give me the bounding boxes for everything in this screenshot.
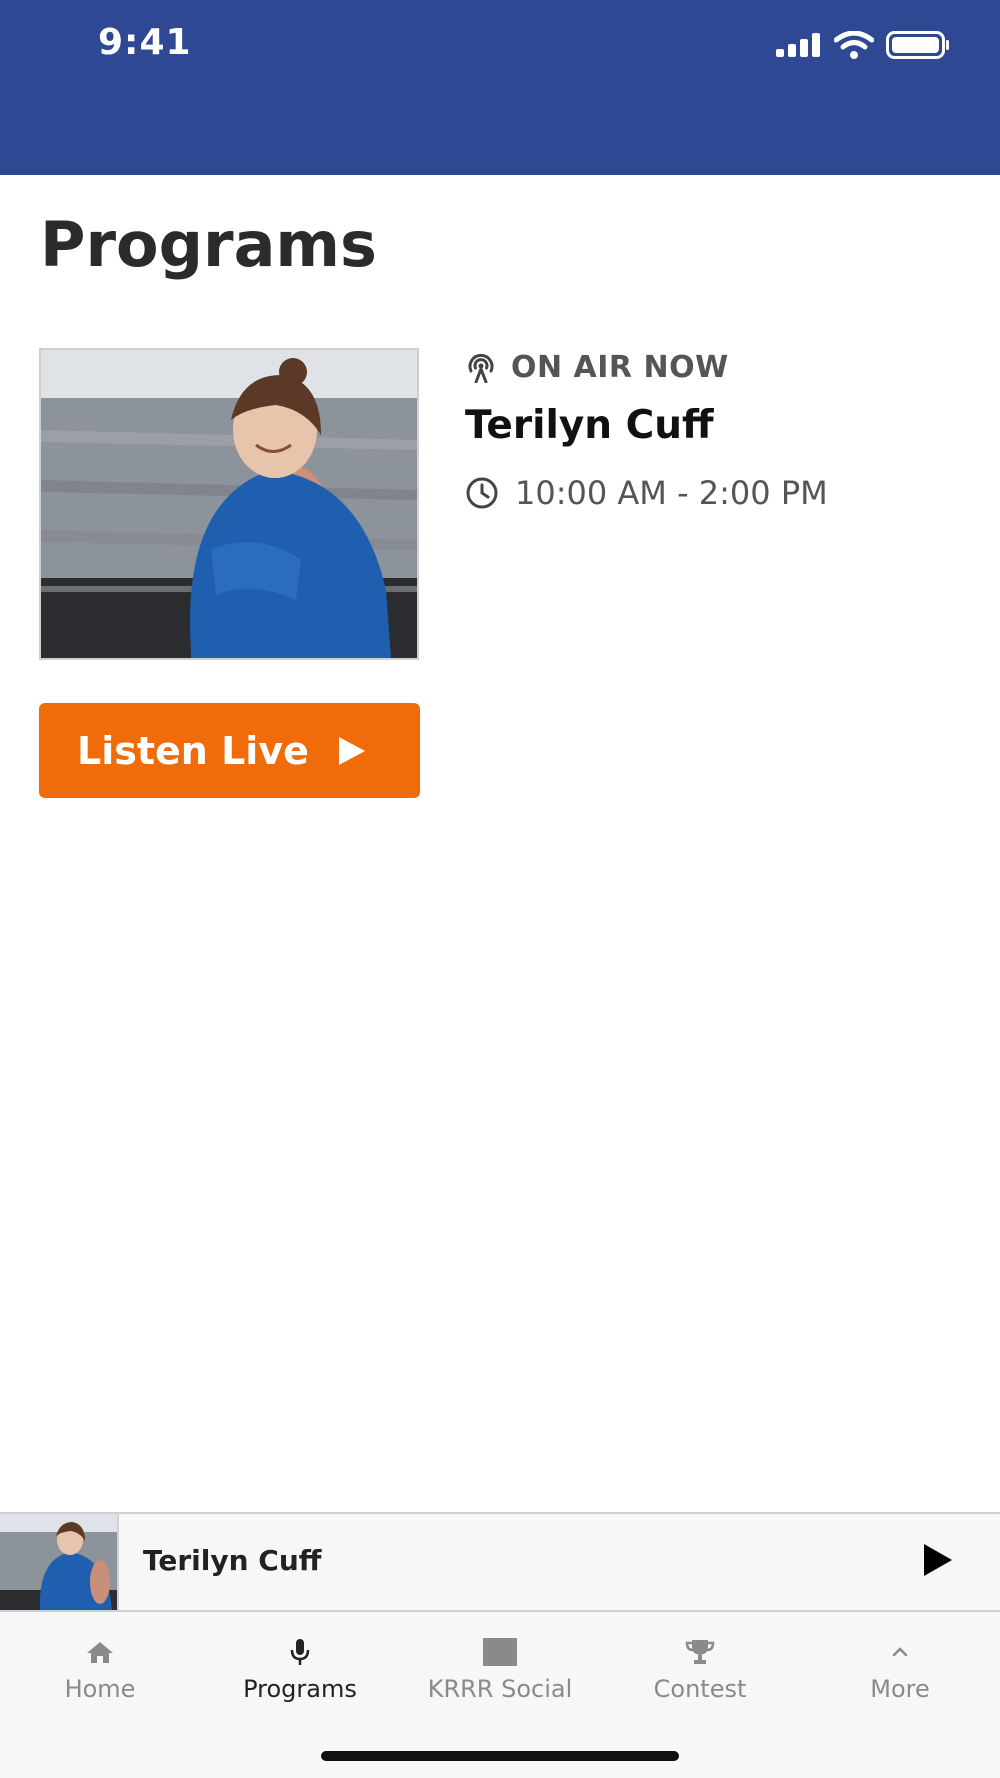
- chevron-up-icon: [880, 1632, 920, 1672]
- home-icon: [80, 1632, 120, 1672]
- listen-live-label: Listen Live: [77, 728, 309, 773]
- status-bar: 9:41: [0, 0, 1000, 175]
- host-name: Terilyn Cuff: [465, 403, 714, 448]
- host-thumbnail-image: [0, 1514, 117, 1610]
- battery-icon: [886, 31, 949, 59]
- broadcast-icon: [468, 353, 494, 383]
- time-range: 10:00 AM - 2:00 PM: [515, 474, 828, 512]
- mini-player-title: Terilyn Cuff: [143, 1544, 322, 1577]
- tab-krrr-social-label: KRRR Social: [427, 1675, 573, 1703]
- on-air-row: ON AIR NOW: [465, 350, 729, 385]
- status-time: 9:41: [98, 22, 192, 63]
- tab-contest[interactable]: Contest: [600, 1612, 800, 1722]
- time-row: 10:00 AM - 2:00 PM: [465, 474, 828, 512]
- page-title: Programs: [40, 208, 377, 281]
- tab-programs[interactable]: Programs: [200, 1612, 400, 1722]
- program-photo: [39, 348, 419, 660]
- mini-player[interactable]: Terilyn Cuff: [0, 1512, 1000, 1612]
- home-indicator: [321, 1751, 679, 1761]
- microphone-icon: [280, 1632, 320, 1672]
- on-air-label: ON AIR NOW: [511, 350, 729, 385]
- tab-krrr-social[interactable]: KRRR Social: [400, 1612, 600, 1722]
- clock-icon: [466, 477, 498, 509]
- tab-programs-label: Programs: [243, 1675, 357, 1703]
- play-icon: [338, 736, 365, 765]
- listen-live-button[interactable]: Listen Live: [39, 703, 420, 798]
- social-icon: [480, 1632, 520, 1672]
- tab-more[interactable]: More: [800, 1612, 1000, 1722]
- tab-home-label: Home: [64, 1675, 136, 1703]
- tab-contest-label: Contest: [653, 1675, 747, 1703]
- host-photo-image: [41, 350, 417, 658]
- mini-player-thumbnail: [0, 1514, 119, 1610]
- tab-home[interactable]: Home: [0, 1612, 200, 1722]
- trophy-icon: [680, 1632, 720, 1672]
- mini-player-play-icon[interactable]: [924, 1544, 952, 1576]
- tab-more-label: More: [870, 1675, 930, 1703]
- wifi-icon: [834, 31, 874, 59]
- signal-icon: [776, 33, 820, 57]
- status-icons: [776, 30, 950, 60]
